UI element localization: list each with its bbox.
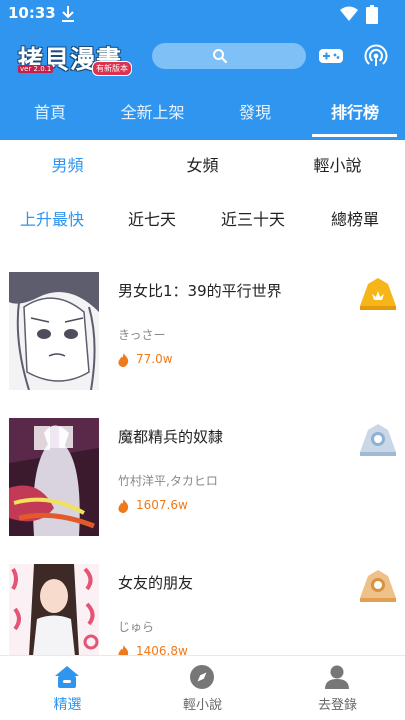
comic-author: 竹村洋平,タカヒロ — [118, 474, 218, 488]
comic-title[interactable]: 男女比1：39的平行世界 — [118, 280, 282, 301]
new-version-badge: 有新版本 — [92, 61, 132, 76]
nav-featured[interactable]: 精選 — [0, 656, 135, 720]
user-icon — [325, 665, 349, 689]
nav-light-novel[interactable]: 輕小說 — [135, 656, 270, 720]
battery-icon — [366, 5, 378, 24]
comic-cover[interactable] — [9, 272, 99, 390]
status-time: 10:33 — [8, 4, 56, 22]
tab-all-time[interactable]: 總榜單 — [310, 200, 400, 240]
silver-medal-icon — [360, 424, 396, 456]
tab-discover[interactable]: 發現 — [205, 90, 305, 138]
main-tabs: 首頁 全新上架 發現 排行榜 — [0, 90, 405, 138]
logo-version: ver 2.0.1 — [18, 65, 54, 73]
wifi-icon — [340, 6, 358, 21]
comic-title[interactable]: 女友的朋友 — [118, 572, 193, 593]
comic-author: じゅら — [118, 620, 155, 634]
gamepad-icon[interactable] — [318, 46, 344, 66]
nav-label: 精選 — [53, 697, 82, 713]
ranking-item[interactable]: 男女比1：39的平行世界 きっさー 77.0w — [0, 272, 405, 402]
heat-value: 1607.6w — [136, 498, 188, 512]
tab-light-novel[interactable]: 輕小說 — [290, 146, 385, 186]
status-bar: 10:33 — [0, 0, 405, 28]
nav-label: 輕小說 — [182, 698, 222, 713]
gold-medal-icon — [360, 278, 396, 310]
flame-icon — [118, 353, 129, 367]
nav-login[interactable]: 去登錄 — [270, 656, 405, 720]
comic-author: きっさー — [118, 328, 166, 342]
home-icon — [55, 666, 79, 688]
gender-tabs: 男頻 女頻 輕小說 — [0, 146, 405, 186]
tab-male[interactable]: 男頻 — [20, 146, 115, 186]
app-header: 10:33 拷貝漫畫 ver 2.0.1 有新版本 首頁 全新上架 發現 排行榜 — [0, 0, 405, 140]
tab-last-7-days[interactable]: 近七天 — [108, 200, 196, 240]
compass-icon — [190, 665, 214, 689]
comic-cover[interactable] — [9, 418, 99, 536]
flame-icon — [118, 499, 129, 513]
tab-last-30-days[interactable]: 近三十天 — [208, 200, 298, 240]
bronze-medal-icon — [360, 570, 396, 602]
tab-female[interactable]: 女頻 — [155, 146, 250, 186]
active-tab-indicator — [312, 134, 397, 137]
search-icon — [213, 49, 228, 64]
tab-home[interactable]: 首頁 — [0, 90, 100, 138]
ranking-item[interactable]: 魔都精兵的奴隸 竹村洋平,タカヒロ 1607.6w — [0, 418, 405, 548]
tab-rankings[interactable]: 排行榜 — [305, 90, 405, 138]
nav-label: 去登錄 — [317, 698, 357, 713]
bottom-navigation: 精選 輕小說 去登錄 — [0, 655, 405, 720]
search-bar[interactable] — [152, 43, 306, 69]
tab-new-arrivals[interactable]: 全新上架 — [100, 90, 205, 138]
app-logo[interactable]: 拷貝漫畫 ver 2.0.1 有新版本 — [16, 40, 138, 76]
comic-title[interactable]: 魔都精兵的奴隸 — [118, 426, 223, 447]
period-tabs: 上升最快 近七天 近三十天 總榜單 — [0, 200, 405, 240]
tab-rising-fastest[interactable]: 上升最快 — [8, 200, 96, 240]
broadcast-icon[interactable] — [364, 44, 388, 68]
heat-value: 77.0w — [136, 352, 173, 366]
download-icon — [62, 6, 74, 22]
